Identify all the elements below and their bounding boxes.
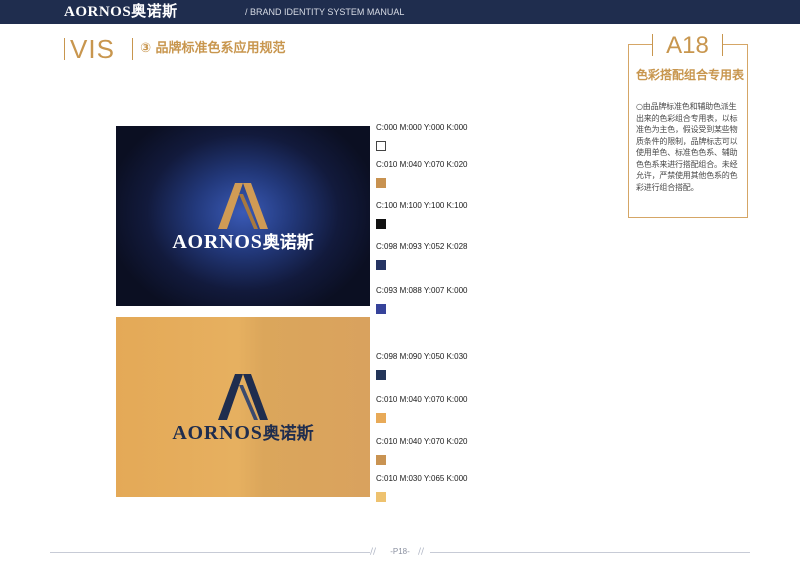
header-manual-title: / BRAND IDENTITY SYSTEM MANUAL bbox=[245, 7, 405, 17]
swatch-color-box bbox=[376, 455, 386, 465]
logo-wordmark-latin: AORNOS bbox=[172, 231, 263, 253]
vis-divider-right bbox=[132, 38, 133, 60]
logo-wordmark-chinese: 奥诺斯 bbox=[262, 424, 314, 444]
section-title: ③ 品牌标准色系应用规范 bbox=[140, 41, 286, 56]
header-bar: AORNOS奥诺斯 / BRAND IDENTITY SYSTEM MANUAL bbox=[0, 0, 800, 24]
logo-wordmark: AORNOS奥诺斯 bbox=[116, 421, 370, 446]
swatch-item: C:010 M:040 Y:070 K:020 bbox=[376, 160, 467, 188]
swatch-color-box bbox=[376, 370, 386, 380]
logo-wordmark: AORNOS奥诺斯 bbox=[116, 230, 370, 255]
swatch-cmyk-label: C:098 M:093 Y:052 K:028 bbox=[376, 242, 468, 251]
section-code: VIS bbox=[70, 34, 115, 64]
swatch-cmyk-label: C:010 M:040 Y:070 K:020 bbox=[376, 160, 468, 169]
swatch-color-box bbox=[376, 219, 386, 229]
brand-a-mark-icon bbox=[218, 183, 268, 229]
swatch-cmyk-label: C:010 M:030 Y:065 K:000 bbox=[376, 474, 468, 483]
swatch-color-box bbox=[376, 178, 386, 188]
swatch-cmyk-label: C:000 M:000 Y:000 K:000 bbox=[376, 123, 468, 132]
logo-wordmark-chinese: 奥诺斯 bbox=[262, 233, 314, 253]
vis-divider-left bbox=[64, 38, 65, 60]
logo-card-gold: AORNOS奥诺斯 bbox=[116, 317, 370, 497]
brand-a-mark-icon bbox=[218, 374, 268, 420]
footer-rule-right bbox=[430, 552, 750, 553]
swatch-item: C:098 M:093 Y:052 K:028 bbox=[376, 242, 467, 270]
swatch-item: C:093 M:088 Y:007 K:000 bbox=[376, 286, 467, 314]
swatch-item: C:100 M:100 Y:100 K:100 bbox=[376, 201, 467, 229]
header-brand-logo: AORNOS奥诺斯 bbox=[64, 4, 178, 20]
panel-tab-divider-right bbox=[722, 34, 723, 56]
swatch-item: C:010 M:040 Y:070 K:000 bbox=[376, 395, 467, 423]
swatch-cmyk-label: C:010 M:040 Y:070 K:020 bbox=[376, 437, 468, 446]
swatch-color-box bbox=[376, 260, 386, 270]
swatch-color-box bbox=[376, 141, 386, 151]
logo-card-dark: AORNOS奥诺斯 bbox=[116, 126, 370, 306]
swatch-color-box bbox=[376, 492, 386, 502]
swatch-cmyk-label: C:098 M:090 Y:050 K:030 bbox=[376, 352, 468, 361]
page-number: -P18- bbox=[390, 547, 410, 556]
panel-description: ○由品牌标准色和辅助色派生出来的色彩组合专用表，以标准色为主色，假设受到某些物质… bbox=[636, 102, 738, 192]
swatch-item: C:010 M:030 Y:065 K:000 bbox=[376, 474, 467, 502]
swatch-color-box bbox=[376, 413, 386, 423]
footer-rule-left bbox=[50, 552, 370, 553]
logo-wordmark-latin: AORNOS bbox=[172, 422, 263, 444]
swatch-cmyk-label: C:100 M:100 Y:100 K:100 bbox=[376, 201, 468, 210]
swatch-item: C:010 M:040 Y:070 K:020 bbox=[376, 437, 467, 465]
swatch-cmyk-label: C:010 M:040 Y:070 K:000 bbox=[376, 395, 468, 404]
swatch-item: C:098 M:090 Y:050 K:030 bbox=[376, 352, 467, 380]
swatch-item: C:000 M:000 Y:000 K:000 bbox=[376, 123, 467, 151]
panel-title: 色彩搭配组合专用表 bbox=[636, 68, 745, 82]
swatch-color-box bbox=[376, 304, 386, 314]
panel-tab-code: A18 bbox=[666, 32, 709, 59]
swatch-cmyk-label: C:093 M:088 Y:007 K:000 bbox=[376, 286, 468, 295]
